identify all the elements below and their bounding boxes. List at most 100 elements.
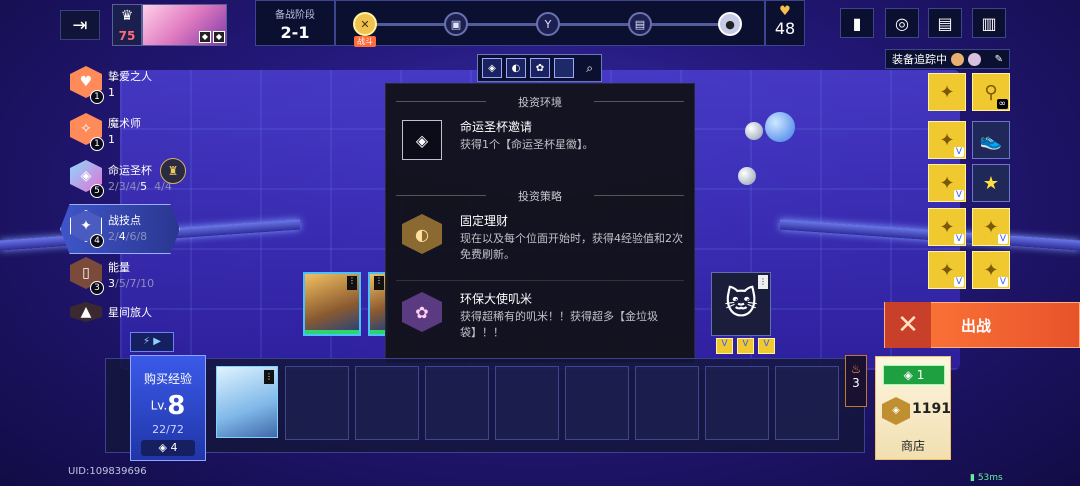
equip-slot-5[interactable]: ✦ V (928, 164, 966, 202)
exit-button[interactable]: ⇥ (60, 10, 100, 40)
bench-slot[interactable] (565, 366, 629, 440)
bench-slot[interactable] (635, 366, 699, 440)
bench-slot[interactable] (705, 366, 769, 440)
silver-orb[interactable] (745, 122, 763, 140)
equip-slot-6[interactable]: ★ (972, 164, 1010, 202)
synergy-count: 1 (90, 137, 104, 151)
synergy-count: 4 (90, 234, 104, 248)
rank-icon: ♛ (120, 8, 134, 24)
stage-indicator: 备战阶段 2-1 (255, 0, 335, 46)
bench-slot[interactable] (425, 366, 489, 440)
strategy-title: 固定理财 (460, 214, 509, 228)
filter-pet-icon[interactable]: ✿ (530, 58, 550, 78)
pet-equip-icon: V (716, 338, 733, 354)
card-menu-icon[interactable]: ⋮ (264, 370, 274, 384)
shop-label: 商店 (900, 439, 925, 453)
card-menu-icon[interactable]: ⋮ (758, 275, 768, 289)
investment-popup: 投资环境 ◈ 命运圣杯邀请 获得1个【命运圣杯星徽】。 投资策略 ◐ 固定理财 … (385, 83, 695, 363)
synergy-tiers: 2/3/4/5 4/4 (108, 180, 172, 193)
player-level: 75 (118, 29, 136, 43)
equip-slot-1[interactable]: ✦ (928, 73, 966, 111)
pet-equip-icon: V (737, 338, 754, 354)
bench-slot[interactable] (285, 366, 349, 440)
strategy-desc: 获得超稀有的叽米！！获得超多【金垃圾袋】！！ (460, 310, 658, 339)
tips-button[interactable]: ◎ (885, 8, 919, 38)
stats-icon: ▥ (981, 13, 997, 33)
bench-slot[interactable] (355, 366, 419, 440)
stage-label: 备战阶段 (275, 10, 315, 21)
exp-toggle-tab[interactable]: ⚡ ▶ (130, 332, 174, 352)
buy-exp-button[interactable]: 购买经验 Lv.8 22/72 ◈ 4 (130, 355, 206, 461)
board-hero-card[interactable]: ⋮ (303, 272, 361, 336)
bench-slot[interactable] (495, 366, 559, 440)
equip-slot-7[interactable]: ✦ V (928, 208, 966, 246)
blue-orb[interactable] (765, 112, 795, 142)
tracked-item-icon-2 (968, 52, 981, 66)
upgrade-badge: V (953, 147, 964, 157)
player-banner[interactable]: ◆ ◆ (142, 4, 227, 46)
shop-button[interactable]: ◈ 1 ◈ 1191 商店 (875, 356, 951, 460)
card-menu-icon[interactable]: ⋮ (374, 276, 384, 290)
infinity-badge: ∞ (996, 99, 1008, 109)
card-menu-icon[interactable]: ⋮ (347, 276, 357, 290)
section-environment-title: 投资环境 (386, 94, 694, 110)
crossed-swords-icon: ✕ (885, 302, 931, 348)
boss-node-icon: ● (718, 12, 742, 36)
hp-bar (305, 330, 359, 334)
locked-node-icon: ▣ (444, 12, 468, 36)
lightbulb-icon: ◎ (895, 13, 909, 33)
equip-slot-8[interactable]: ✦ V (972, 208, 1010, 246)
edit-icon[interactable]: ✎ (995, 54, 1003, 65)
event-node-icon: ▤ (628, 12, 652, 36)
synergy-tiers: 1 (108, 133, 115, 146)
start-battle-button[interactable]: ✕ 出战 (884, 302, 1080, 348)
equip-slot-9[interactable]: ✦ V (928, 251, 966, 289)
pet-equip-icon: V (758, 338, 775, 354)
upgrade-badge: V (997, 234, 1008, 244)
filter-empty-slot[interactable] (554, 58, 574, 78)
player-avatar[interactable]: ♛ 75 (112, 4, 142, 46)
strategy-desc: 现在以及每个位面开始时，获得4经验值和2次免费刷新。 (460, 232, 683, 261)
synergy-filter-bar[interactable]: ◈ ◐ ✿ ⌕ (477, 54, 602, 82)
guide-button[interactable]: ▮ (840, 8, 874, 38)
equip-slot-3[interactable]: ✦ V (928, 121, 966, 159)
equip-slot-4[interactable]: 👟 (972, 121, 1010, 159)
start-battle-label: 出战 (961, 316, 992, 335)
environment-title: 命运圣杯邀请 (460, 120, 533, 134)
synergy-name: 战技点 (108, 214, 141, 227)
exp-progress: 22/72 (152, 423, 184, 436)
synergy-count: 1 (90, 90, 104, 104)
grail-badge-icon: ◈ (402, 120, 442, 160)
board-pet-card[interactable]: 🐱 ⋮ (711, 272, 771, 336)
synergy-name: 魔术师 (108, 117, 141, 130)
strategy-title: 环保大使叽米 (460, 292, 533, 306)
silver-orb[interactable] (738, 167, 756, 185)
equip-slot-10[interactable]: ✦ V (972, 251, 1010, 289)
traveler-icon: ▲ (70, 302, 102, 322)
synergy-name: 命运圣杯 (108, 164, 152, 177)
upgrade-badge: V (997, 277, 1008, 287)
synergy-name: 能量 (108, 261, 130, 274)
synergy-tiers: 3/5/7/10 (108, 277, 155, 290)
cat-icon: 🐱 (724, 284, 758, 322)
upgrade-badge: V (953, 277, 964, 287)
filter-currency-icon[interactable]: ◐ (506, 58, 526, 78)
fork-node-icon: Y (536, 12, 560, 36)
stage-value: 2-1 (280, 23, 310, 42)
equipment-tracking-header[interactable]: 装备追踪中 ✎ (885, 49, 1010, 69)
heart-icon: ♥ (779, 4, 791, 19)
bench-slot[interactable] (775, 366, 839, 440)
bench-hero-card[interactable]: ⋮ (216, 366, 278, 438)
reroll-button[interactable]: ◈ 1 (883, 365, 945, 385)
equip-slot-2[interactable]: ⚲ ∞ (972, 73, 1010, 111)
stats-button[interactable]: ▥ (972, 8, 1006, 38)
stage-track: ✕ 战斗 ▣ Y ▤ ● (335, 0, 765, 47)
filter-grail-icon[interactable]: ◈ (482, 58, 502, 78)
divider (396, 280, 684, 281)
trophy-icon[interactable]: ♜ (160, 158, 186, 184)
hp-bar (370, 330, 386, 334)
codex-button[interactable]: ▤ (928, 8, 962, 38)
signal-icon: ▮ (970, 473, 978, 483)
synergy-tiers: 1 (108, 86, 115, 99)
search-icon[interactable]: ⌕ (586, 61, 593, 76)
